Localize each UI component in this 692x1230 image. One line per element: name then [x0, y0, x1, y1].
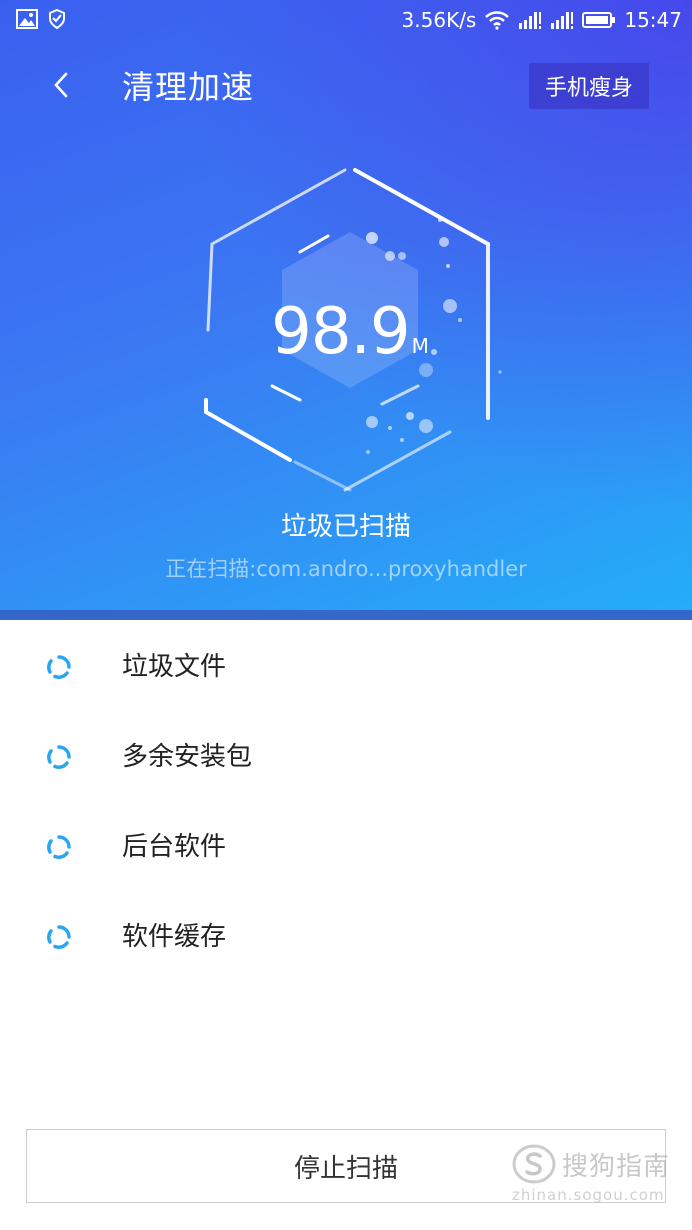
list-item-label: 垃圾文件: [122, 652, 227, 682]
shield-icon: [48, 9, 66, 29]
list-item-label: 多余安装包: [122, 742, 253, 772]
hero-divider: [0, 610, 692, 620]
image-icon: [16, 9, 38, 29]
list-item: 垃圾文件: [0, 622, 692, 712]
scan-status-title: 垃圾已扫描: [280, 512, 411, 542]
battery-icon: [582, 10, 616, 30]
wifi-icon: [484, 10, 510, 30]
stop-scan-button[interactable]: 停止扫描: [26, 1129, 666, 1203]
loading-spinner-icon: [46, 744, 72, 770]
status-bar: 3.56K/s 15:47: [0, 0, 692, 40]
scan-status-detail: 正在扫描:com.andro...proxyhandler: [165, 557, 527, 581]
list-item-label: 软件缓存: [122, 922, 227, 952]
junk-size-unit: M: [411, 334, 429, 358]
list-item: 后台软件: [0, 802, 692, 892]
page-title: 清理加速: [122, 68, 255, 106]
signal-icon: [550, 10, 574, 30]
scan-gauge: 98.9 M: [190, 160, 510, 500]
junk-size-value: 98.9: [271, 295, 410, 369]
loading-spinner-icon: [46, 834, 72, 860]
header-hero: 3.56K/s 15:47 清理加速 手机瘦身 98.9 M 垃圾已扫描 正在扫…: [0, 0, 692, 614]
phone-slim-button[interactable]: 手机瘦身: [529, 63, 649, 109]
scan-item-list: 垃圾文件 多余安装包 后台软件 软件缓存: [0, 622, 692, 982]
signal-icon: [518, 10, 542, 30]
clock: 15:47: [624, 8, 682, 32]
chevron-left-icon: [51, 71, 71, 103]
list-item-label: 后台软件: [122, 832, 227, 862]
back-button[interactable]: [40, 66, 82, 108]
network-speed: 3.56K/s: [401, 8, 477, 32]
list-item: 软件缓存: [0, 892, 692, 982]
list-item: 多余安装包: [0, 712, 692, 802]
loading-spinner-icon: [46, 924, 72, 950]
junk-size-readout: 98.9 M: [190, 292, 510, 372]
loading-spinner-icon: [46, 654, 72, 680]
